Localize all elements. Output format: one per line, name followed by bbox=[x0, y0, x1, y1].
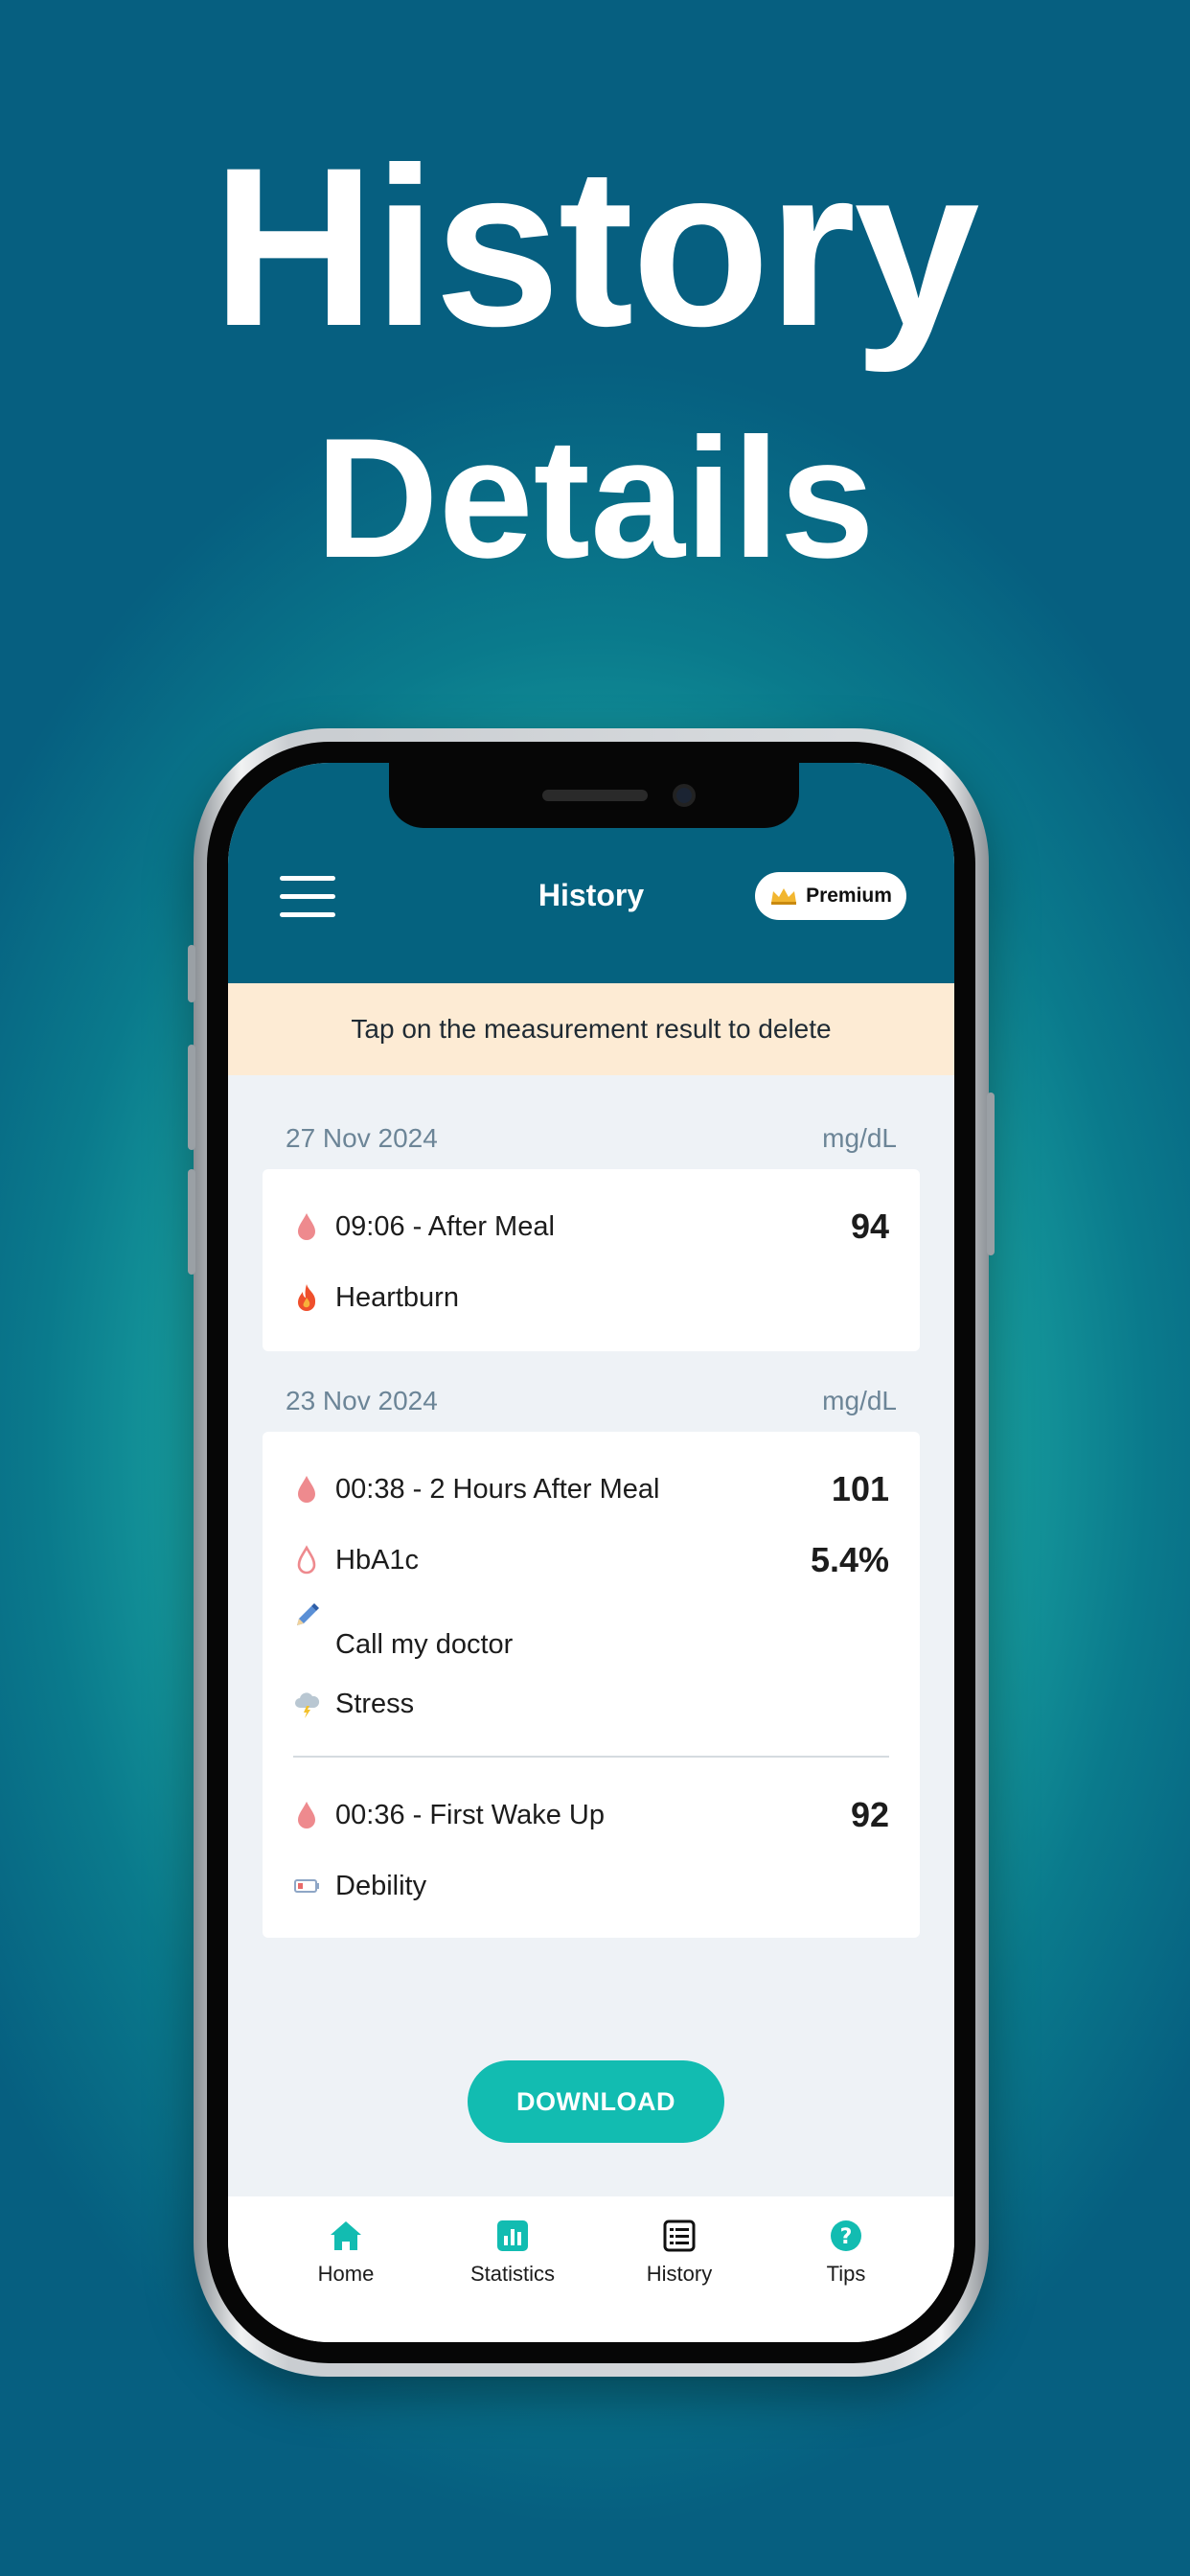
entry-label: Debility bbox=[335, 1870, 427, 1901]
premium-label: Premium bbox=[806, 885, 892, 907]
phone-side-button bbox=[188, 945, 195, 1002]
tab-label: Statistics bbox=[469, 2262, 556, 2286]
symptom-row[interactable]: Heartburn bbox=[293, 1276, 889, 1319]
symptom-row[interactable]: Stress bbox=[293, 1683, 889, 1725]
blood-drop-icon bbox=[298, 1476, 315, 1503]
svg-text:?: ? bbox=[840, 2225, 853, 2249]
entry-label: 09:06 - After Meal bbox=[335, 1210, 555, 1242]
measurement-row[interactable]: 09:06 - After Meal 94 bbox=[293, 1206, 889, 1248]
speaker bbox=[542, 790, 648, 801]
download-button[interactable]: DOWNLOAD bbox=[468, 2060, 724, 2143]
entry-label: Stress bbox=[335, 1688, 415, 1719]
phone-power-button bbox=[987, 1092, 995, 1255]
phone-volume-down bbox=[188, 1169, 195, 1275]
tab-label: History bbox=[646, 2262, 713, 2286]
question-icon: ? bbox=[831, 2220, 861, 2251]
tab-statistics[interactable]: Statistics bbox=[441, 2218, 584, 2287]
measurement-row[interactable]: 00:38 - 2 Hours After Meal 101 bbox=[293, 1468, 889, 1510]
tab-label: Tips bbox=[826, 2262, 866, 2286]
battery-low-icon bbox=[294, 1879, 319, 1893]
delete-hint-banner: Tap on the measurement result to delete bbox=[228, 983, 954, 1075]
tab-label: Home bbox=[317, 2262, 375, 2286]
glucose-value: 101 bbox=[831, 1469, 889, 1508]
blood-drop-icon bbox=[298, 1213, 315, 1240]
history-card: 09:06 - After Meal 94 Heartburn bbox=[263, 1169, 920, 1351]
bottom-tab-bar: Home Statistics History ? Tips bbox=[228, 2196, 954, 2342]
phone-screen: History Premium Tap on the measurement r… bbox=[228, 763, 954, 2342]
premium-button[interactable]: Premium bbox=[755, 872, 906, 920]
blood-drop-icon bbox=[298, 1802, 315, 1828]
hba1c-row[interactable]: HbA1c 5.4% bbox=[293, 1539, 889, 1581]
camera bbox=[673, 784, 696, 807]
unit-label: mg/dL bbox=[822, 1123, 897, 1153]
delete-hint-text: Tap on the measurement result to delete bbox=[351, 1014, 832, 1044]
note-row[interactable]: Call my doctor bbox=[293, 1603, 889, 1660]
promo-subtitle: Details bbox=[315, 402, 875, 593]
entry-label: 00:38 - 2 Hours After Meal bbox=[335, 1473, 660, 1505]
pencil-icon bbox=[297, 1603, 319, 1625]
note-text: Call my doctor bbox=[335, 1628, 514, 1660]
home-icon bbox=[331, 2221, 361, 2250]
history-card: 00:38 - 2 Hours After Meal 101 HbA1c 5.4… bbox=[263, 1432, 920, 1938]
unit-label: mg/dL bbox=[822, 1386, 897, 1415]
tab-tips[interactable]: ? Tips bbox=[774, 2218, 918, 2287]
phone-volume-up bbox=[188, 1045, 195, 1150]
glucose-value: 92 bbox=[850, 1795, 889, 1834]
glucose-value: 94 bbox=[850, 1207, 889, 1246]
hba1c-value: 5.4% bbox=[810, 1540, 889, 1579]
promo-title: History bbox=[212, 121, 979, 374]
outline-drop-icon bbox=[297, 1545, 316, 1575]
divider bbox=[293, 1756, 889, 1758]
tab-history[interactable]: History bbox=[607, 2218, 751, 2287]
entry-label: 00:36 - First Wake Up bbox=[335, 1799, 605, 1830]
notch bbox=[389, 763, 799, 828]
measurement-row[interactable]: 00:36 - First Wake Up 92 bbox=[293, 1794, 889, 1836]
entry-label: Heartburn bbox=[335, 1281, 459, 1313]
crown-icon bbox=[771, 888, 797, 905]
date-header: 23 Nov 2024 mg/dL bbox=[286, 1386, 897, 1416]
date-label: 27 Nov 2024 bbox=[286, 1123, 438, 1153]
date-header: 27 Nov 2024 mg/dL bbox=[286, 1123, 897, 1154]
tab-home[interactable]: Home bbox=[274, 2218, 418, 2287]
list-icon bbox=[663, 2220, 696, 2252]
entry-label: HbA1c bbox=[335, 1544, 420, 1576]
storm-cloud-icon bbox=[295, 1692, 320, 1718]
symptom-row[interactable]: Debility bbox=[293, 1865, 889, 1907]
phone-frame: History Premium Tap on the measurement r… bbox=[188, 728, 995, 2377]
bar-chart-icon bbox=[497, 2220, 528, 2251]
date-label: 23 Nov 2024 bbox=[286, 1386, 438, 1415]
fire-icon bbox=[298, 1284, 316, 1311]
